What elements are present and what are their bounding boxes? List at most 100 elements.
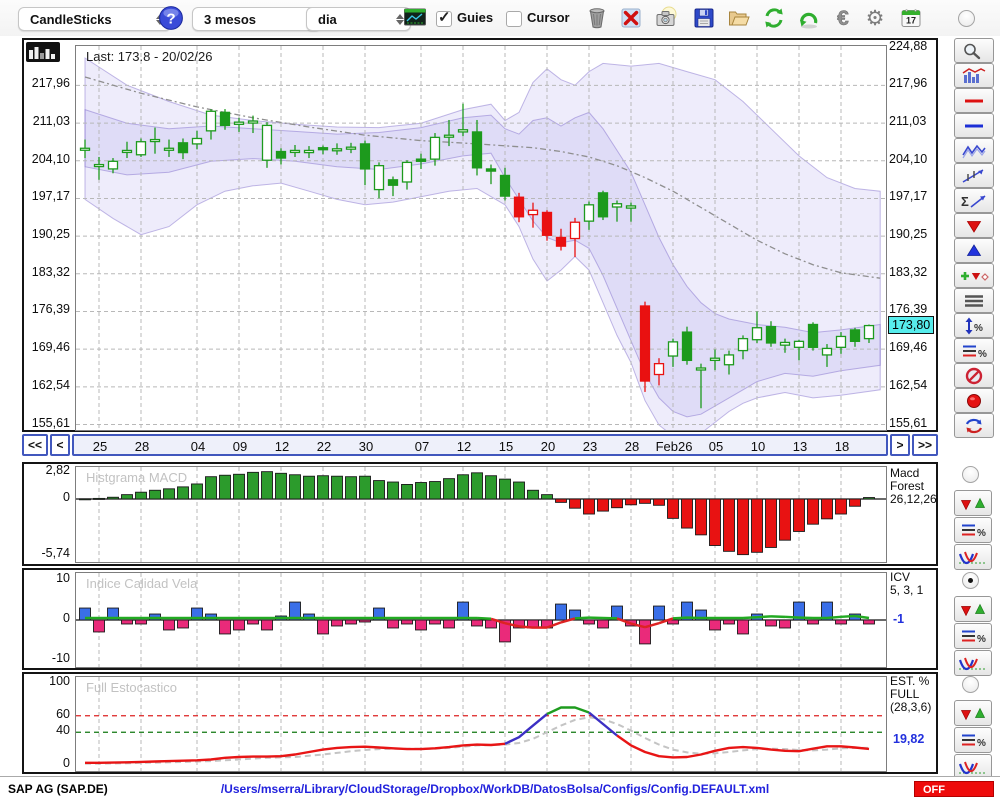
record-button[interactable] xyxy=(954,388,994,413)
date-label: 10 xyxy=(738,439,778,454)
date-label: 23 xyxy=(570,439,610,454)
price-tick-right: 204,10 xyxy=(889,152,937,166)
refresh-button[interactable] xyxy=(761,5,787,31)
price-tick-left: 176,39 xyxy=(22,302,70,316)
period-select[interactable]: 3 mesos xyxy=(192,7,321,31)
save-button[interactable] xyxy=(691,5,717,31)
refresh-icon xyxy=(762,6,786,30)
stoch-panel-radio[interactable] xyxy=(962,676,979,693)
macd-signals-button[interactable] xyxy=(954,490,992,516)
list-lines-button[interactable] xyxy=(954,288,994,313)
delete-x-icon xyxy=(619,6,643,30)
stoch-levels-percent-button[interactable]: % xyxy=(954,727,992,753)
price-tick-left: 190,25 xyxy=(22,227,70,241)
off-toggle-button[interactable]: OFF xyxy=(914,781,994,797)
trendline-button[interactable] xyxy=(954,163,994,188)
mini-chart-button[interactable] xyxy=(402,5,428,31)
price-tick-right: 169,46 xyxy=(889,340,937,354)
toolbar-radio[interactable] xyxy=(958,10,975,27)
guies-label: Guies xyxy=(457,10,493,25)
icv-signals-button[interactable] xyxy=(954,596,992,622)
stoch-tick: 60 xyxy=(22,707,70,721)
forbid-button[interactable] xyxy=(954,363,994,388)
blue-line-icon xyxy=(957,116,991,136)
icv-curve-button[interactable] xyxy=(954,650,992,676)
volume-mini-button[interactable] xyxy=(26,42,60,62)
interval-value: dia xyxy=(318,12,337,27)
levels-percent-icon: % xyxy=(956,520,990,540)
date-label: 04 xyxy=(178,439,218,454)
price-tick-left: 211,03 xyxy=(22,114,70,128)
sync-button[interactable] xyxy=(954,413,994,438)
open-folder-icon xyxy=(727,6,751,30)
signals-icon xyxy=(956,493,990,513)
icv-tick: -10 xyxy=(22,651,70,665)
price-tick-left: 183,32 xyxy=(22,265,70,279)
fast-back-button[interactable]: << xyxy=(22,434,48,456)
svg-text:Σ: Σ xyxy=(961,194,969,209)
delete-x-button[interactable] xyxy=(618,5,644,31)
sum-trendline-button[interactable]: Σ xyxy=(954,188,994,213)
macd-curve-button[interactable] xyxy=(954,544,992,570)
candlestick-plot[interactable] xyxy=(75,45,887,431)
stoch-title: Full Estocastico xyxy=(86,680,177,695)
icv-levels-percent-button[interactable]: % xyxy=(954,623,992,649)
macd-panel-radio[interactable] xyxy=(962,466,979,483)
config-path: /Users/mserra/Library/CloudStorage/Dropb… xyxy=(120,782,870,796)
price-tick-left: 162,54 xyxy=(22,378,70,392)
vertical-percent-button[interactable]: % xyxy=(954,313,994,338)
icv-current-value: -1 xyxy=(893,612,904,626)
indicator-chart-button[interactable] xyxy=(954,63,994,88)
red-line-button[interactable] xyxy=(954,88,994,113)
euro-icon: € xyxy=(831,6,855,30)
volume-bars-icon xyxy=(26,42,60,62)
curve-icon xyxy=(956,757,990,777)
levels-percent-icon: % xyxy=(956,626,990,646)
trash-button[interactable] xyxy=(584,5,610,31)
date-label: 12 xyxy=(444,439,484,454)
zoom-button[interactable] xyxy=(954,38,994,63)
zigzag-icon xyxy=(957,141,991,161)
chart-type-value: CandleSticks xyxy=(30,12,112,27)
price-tick-right: 190,25 xyxy=(889,227,937,241)
guies-checkbox[interactable]: ✓ xyxy=(436,11,452,27)
snapshot-icon xyxy=(654,6,678,30)
cursor-checkbox[interactable]: ✓ xyxy=(506,11,522,27)
svg-text:%: % xyxy=(977,528,986,539)
stoch-label-1: EST. % xyxy=(890,674,929,688)
save-icon xyxy=(692,6,716,30)
blue-line-button[interactable] xyxy=(954,113,994,138)
levels-percent-icon: % xyxy=(957,341,991,361)
price-tick-left: 217,96 xyxy=(22,76,70,90)
price-tick-left: 204,10 xyxy=(22,152,70,166)
calendar-button[interactable]: 17 xyxy=(898,5,924,31)
price-tick-right: 162,54 xyxy=(889,378,937,392)
check-icon: ✓ xyxy=(438,8,451,26)
macd-levels-percent-button[interactable]: % xyxy=(954,517,992,543)
last-price-overlay: Last: 173.8 - 20/02/26 xyxy=(86,49,212,64)
date-label: 12 xyxy=(262,439,302,454)
help-button[interactable]: ? xyxy=(158,5,184,31)
fast-forward-button[interactable]: >> xyxy=(912,434,938,456)
arrow-up-button[interactable] xyxy=(954,238,994,263)
icv-title: Indice Calidad Vela xyxy=(86,576,197,591)
interval-select[interactable]: dia xyxy=(306,7,411,31)
curve-icon xyxy=(956,547,990,567)
forward-button[interactable]: > xyxy=(890,434,910,456)
zigzag-button[interactable] xyxy=(954,138,994,163)
euro-button[interactable]: € xyxy=(830,5,856,31)
date-label: 09 xyxy=(220,439,260,454)
chart-type-select[interactable]: CandleSticks xyxy=(18,7,171,31)
signals-icon xyxy=(956,599,990,619)
revert-button[interactable] xyxy=(796,5,822,31)
arrow-down-button[interactable] xyxy=(954,213,994,238)
icv-panel-radio[interactable] xyxy=(962,572,979,589)
date-label: 13 xyxy=(780,439,820,454)
back-button[interactable]: < xyxy=(50,434,70,456)
snapshot-button[interactable] xyxy=(653,5,679,31)
open-folder-button[interactable] xyxy=(726,5,752,31)
stoch-signals-button[interactable] xyxy=(954,700,992,726)
add-signal-button[interactable] xyxy=(954,263,994,288)
gear-button[interactable]: ⚙ xyxy=(862,5,888,31)
levels-percent-button[interactable]: % xyxy=(954,338,994,363)
